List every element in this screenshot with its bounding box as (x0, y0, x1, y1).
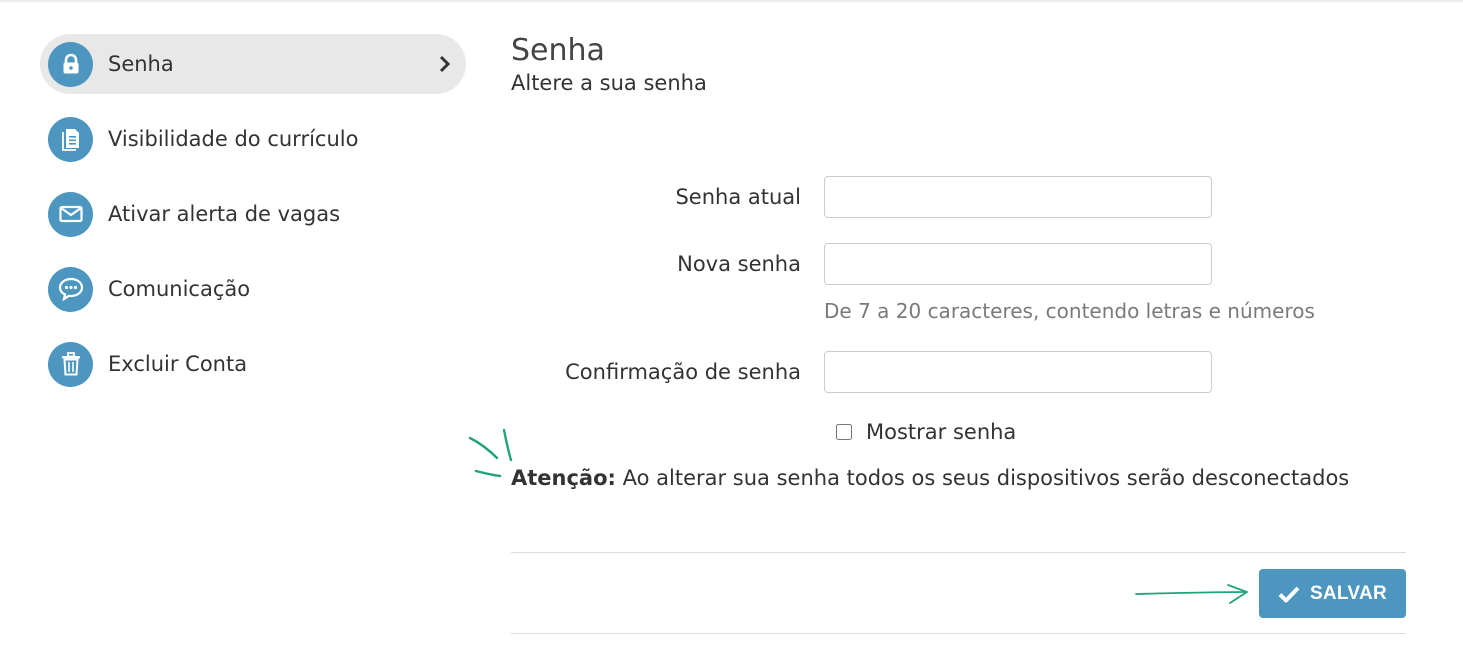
chevron-right-icon (439, 55, 451, 73)
sidebar-item-label: Comunicação (108, 277, 251, 301)
envelope-icon (48, 191, 93, 237)
chat-bubble-icon (48, 266, 93, 312)
confirm-password-label: Confirmação de senha (565, 360, 801, 384)
page-title: Senha (511, 33, 605, 68)
sidebar-item-label: Ativar alerta de vagas (108, 202, 341, 226)
sidebar-item-visibilidade[interactable]: Visibilidade do currículo (40, 109, 466, 169)
password-hint: De 7 a 20 caracteres, contendo letras e … (824, 299, 1315, 323)
new-password-label: Nova senha (677, 252, 801, 276)
save-button[interactable]: SALVAR (1259, 569, 1406, 618)
arrow-right-icon (1135, 584, 1248, 604)
sidebar-item-label: Senha (108, 52, 174, 76)
warning-text: Ao alterar sua senha todos os seus dispo… (615, 466, 1350, 490)
divider-bottom (511, 633, 1406, 634)
warning-strong: Atenção: (511, 466, 616, 490)
current-password-label: Senha atual (675, 185, 801, 209)
sidebar-item-senha[interactable]: Senha (40, 34, 466, 94)
top-shadow (0, 0, 1463, 3)
document-icon (48, 116, 93, 162)
sidebar-item-label: Excluir Conta (108, 352, 248, 376)
sidebar-item-alerta-vagas[interactable]: Ativar alerta de vagas (40, 184, 466, 244)
warning-message: Atenção: Ao alterar sua senha todos os s… (511, 466, 1349, 490)
page-subtitle: Altere a sua senha (511, 71, 707, 95)
lock-icon (48, 41, 93, 87)
sidebar-item-excluir-conta[interactable]: Excluir Conta (40, 334, 466, 394)
show-password-label[interactable]: Mostrar senha (866, 420, 1016, 444)
show-password-checkbox[interactable] (836, 424, 852, 440)
settings-sidebar: Senha Visibilidade do currículo Ativar a… (40, 34, 466, 409)
save-button-label: SALVAR (1309, 582, 1388, 604)
current-password-input[interactable] (824, 176, 1212, 218)
sidebar-item-comunicacao[interactable]: Comunicação (40, 259, 466, 319)
sidebar-item-label: Visibilidade do currículo (108, 127, 359, 151)
divider-top (511, 552, 1406, 553)
trash-icon (48, 341, 93, 387)
confirm-password-input[interactable] (824, 351, 1212, 393)
new-password-input[interactable] (824, 243, 1212, 285)
checkmark-icon (1278, 586, 1300, 602)
